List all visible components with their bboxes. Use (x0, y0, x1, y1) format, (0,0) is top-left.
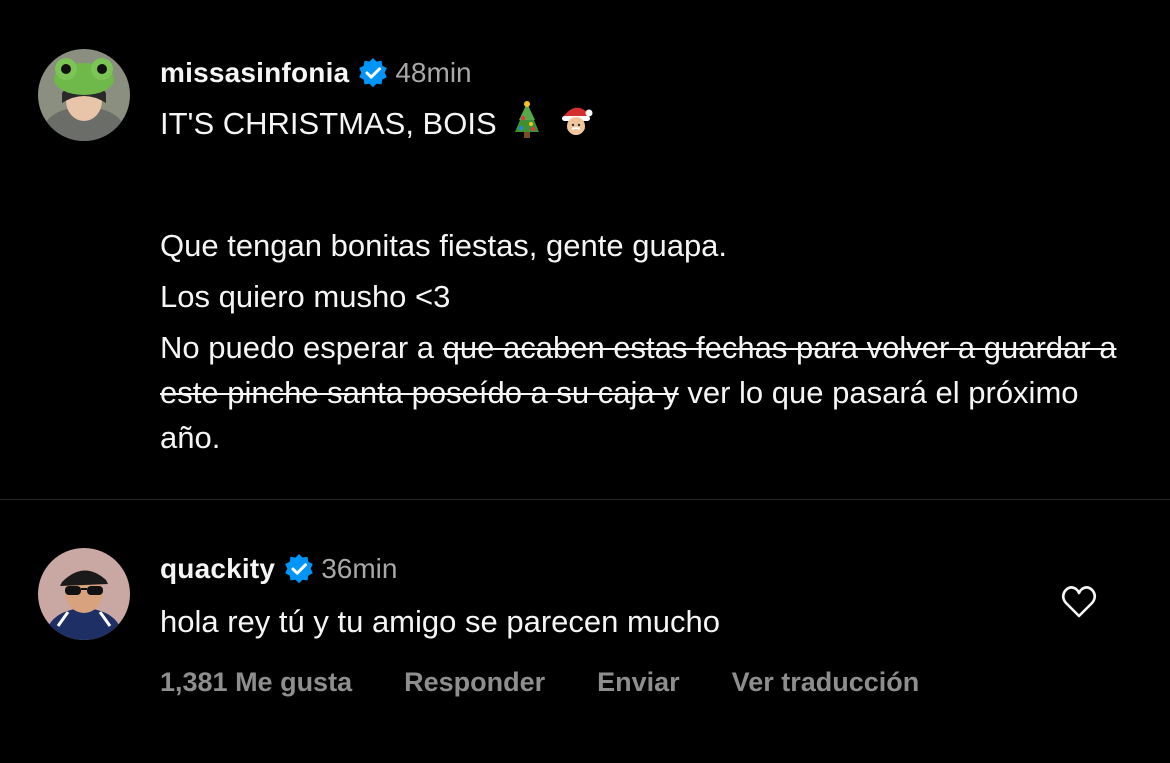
caption-line-2: Que tengan bonitas fiestas, gente guapa. (160, 228, 728, 263)
translate-button[interactable]: Ver traducción (732, 667, 920, 698)
caption-line-1: IT'S CHRISTMAS, BOIS (160, 100, 1140, 146)
post-caption: IT'S CHRISTMAS, BOIS Que tengan bonitas … (160, 100, 1140, 460)
caption-line-4: No puedo esperar a que acaben estas fech… (160, 325, 1140, 460)
christmas-tree-icon (509, 100, 545, 140)
comment-actions: 1,381 Me gusta Responder Enviar Ver trad… (160, 662, 919, 702)
post-username[interactable]: missasinfonia (160, 57, 349, 89)
caption-line-3: Los quiero musho <3 (160, 279, 451, 314)
avatar-quackity[interactable] (38, 548, 130, 640)
comment-header: quackity 36min (160, 549, 397, 589)
comment-username[interactable]: quackity (160, 553, 275, 585)
santa-icon (558, 100, 594, 140)
send-button[interactable]: Enviar (597, 667, 680, 698)
post-header: missasinfonia 48min (160, 53, 472, 93)
comment-timestamp: 36min (321, 553, 398, 584)
verified-badge-icon (357, 57, 389, 89)
original-post: missasinfonia 48min IT'S CHRISTMAS, BOIS (0, 0, 1170, 499)
heart-icon[interactable] (1060, 583, 1098, 621)
caption-line-4-start: No puedo esperar a (160, 330, 443, 365)
divider (0, 499, 1170, 500)
reply-button[interactable]: Responder (404, 667, 545, 698)
avatar-missasinfonia[interactable] (38, 49, 130, 141)
comment-text: hola rey tú y tu amigo se parecen mucho (160, 604, 721, 639)
caption-line-1-text: IT'S CHRISTMAS, BOIS (160, 106, 497, 141)
likes-count[interactable]: 1,381 Me gusta (160, 667, 352, 698)
post-timestamp: 48min (395, 57, 472, 88)
verified-badge-icon (283, 553, 315, 585)
